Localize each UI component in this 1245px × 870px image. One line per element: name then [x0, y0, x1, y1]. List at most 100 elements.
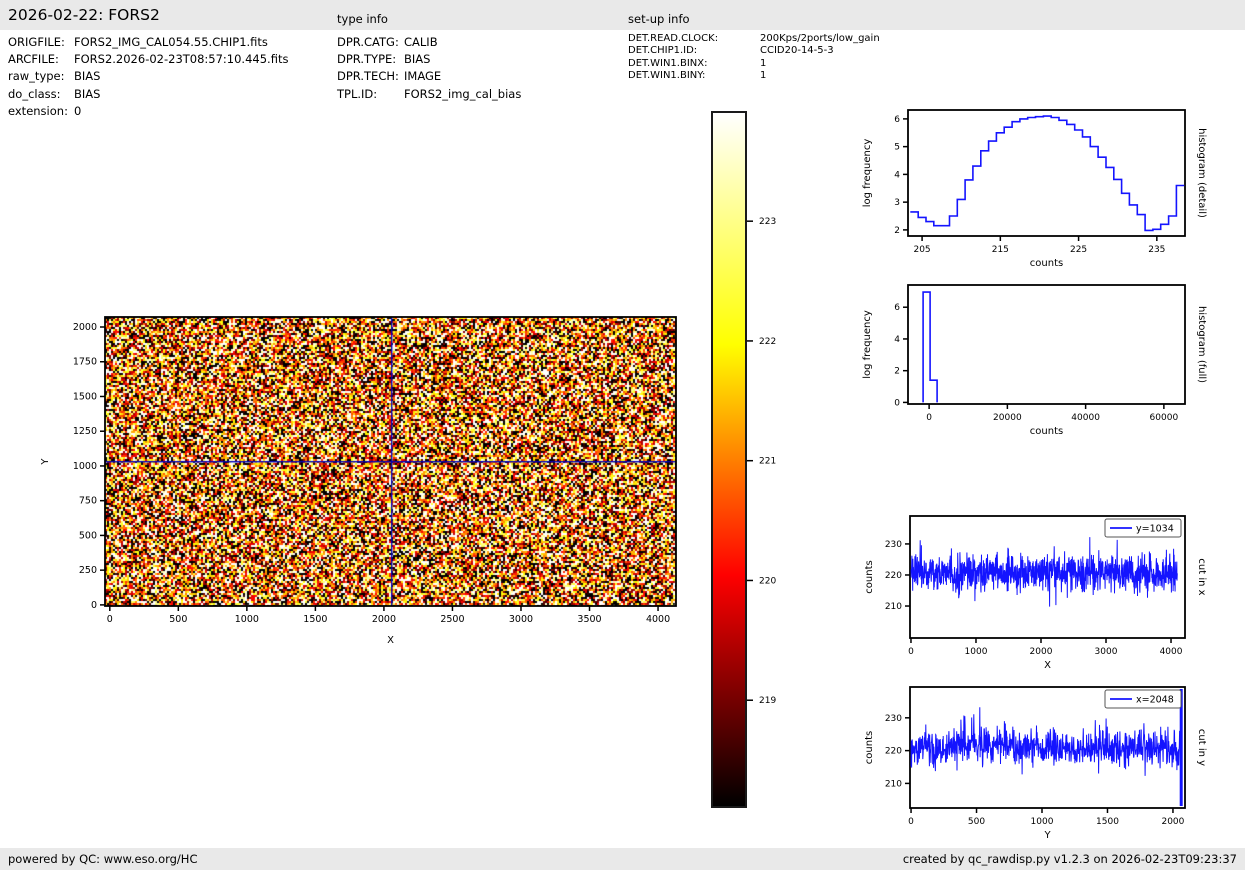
- info-label: DET.WIN1.BINY:: [628, 70, 706, 82]
- info-value: 1: [760, 57, 767, 69]
- do-class-row: do_class: BIAS: [8, 86, 288, 103]
- footer-bar: powered by QC: www.eso.org/HC created by…: [0, 848, 1245, 870]
- svg-text:6: 6: [894, 115, 900, 125]
- type-info-heading: type info: [337, 12, 388, 26]
- svg-text:500: 500: [79, 530, 97, 541]
- svg-text:60000: 60000: [1150, 413, 1179, 423]
- info-label: raw_type:: [8, 69, 65, 84]
- svg-text:210: 210: [885, 602, 902, 612]
- svg-text:220: 220: [885, 571, 902, 581]
- info-value: 1: [760, 70, 767, 82]
- info-value: BIAS: [404, 52, 431, 67]
- svg-text:histogram (detail): histogram (detail): [1196, 128, 1207, 218]
- info-value: BIAS: [74, 69, 101, 84]
- info-value: IMAGE: [404, 69, 442, 84]
- info-value: BIAS: [74, 86, 101, 101]
- setup-info-block: DET.READ.CLOCK: 200Kps/2ports/low_gain DE…: [628, 33, 880, 83]
- info-value: 200Kps/2ports/low_gain: [760, 33, 880, 44]
- dpr-catg-row: DPR.CATG: CALIB: [337, 34, 521, 51]
- svg-text:0: 0: [91, 600, 97, 611]
- svg-text:230: 230: [885, 714, 902, 724]
- svg-text:0: 0: [107, 614, 113, 625]
- colorbar-ticks: 223 222 221 220 219: [747, 217, 776, 706]
- svg-text:X: X: [1044, 660, 1051, 671]
- svg-text:counts: counts: [864, 731, 875, 764]
- svg-text:205: 205: [913, 245, 930, 255]
- footer-left-text: powered by QC: www.eso.org/HC: [8, 852, 198, 866]
- svg-text:1000: 1000: [73, 461, 97, 472]
- svg-text:2000: 2000: [1030, 647, 1053, 657]
- page-title: 2026-02-22: FORS2: [8, 6, 160, 24]
- info-label: do_class:: [8, 86, 61, 101]
- svg-text:500: 500: [968, 817, 985, 827]
- svg-text:220: 220: [759, 576, 776, 586]
- footer-right-text: created by qc_rawdisp.py v1.2.3 on 2026-…: [902, 852, 1237, 866]
- svg-text:3000: 3000: [1095, 647, 1118, 657]
- svg-text:235: 235: [1148, 245, 1165, 255]
- read-clock-row: DET.READ.CLOCK: 200Kps/2ports/low_gain: [628, 33, 880, 45]
- info-label: ORIGFILE:: [8, 35, 65, 49]
- dpr-tech-row: DPR.TECH: IMAGE: [337, 68, 521, 85]
- svg-text:1000: 1000: [235, 614, 259, 625]
- svg-text:3500: 3500: [577, 614, 601, 625]
- info-label: DET.READ.CLOCK:: [628, 33, 719, 44]
- svg-text:0: 0: [894, 398, 900, 408]
- svg-text:log frequency: log frequency: [862, 139, 873, 208]
- svg-text:2000: 2000: [1161, 817, 1184, 827]
- info-label: DPR.TYPE:: [337, 52, 397, 67]
- svg-text:225: 225: [1070, 245, 1087, 255]
- svg-text:4: 4: [894, 170, 900, 180]
- info-label: DPR.TECH:: [337, 69, 399, 84]
- info-label: TPL.ID:: [337, 86, 378, 101]
- svg-text:cut in x: cut in x: [1196, 558, 1207, 595]
- svg-text:210: 210: [885, 779, 902, 789]
- origfile-row: ORIGFILE: FORS2_IMG_CAL054.55.CHIP1.fits: [8, 34, 288, 51]
- info-value: FORS2.2026-02-23T08:57:10.445.fits: [74, 52, 289, 67]
- tpl-id-row: TPL.ID: FORS2_img_cal_bias: [337, 86, 521, 103]
- svg-text:250: 250: [79, 565, 97, 576]
- svg-text:X: X: [387, 635, 394, 646]
- svg-text:1500: 1500: [73, 391, 97, 402]
- hist-detail-plot: 205 215 225 235 2 3 4 5 6 counts log frequency hist…: [862, 109, 1207, 269]
- header-bar: 2026-02-22: FORS2 type info set-up info: [0, 0, 1245, 30]
- svg-text:3000: 3000: [509, 614, 533, 625]
- svg-text:5: 5: [894, 143, 900, 153]
- svg-text:6: 6: [894, 303, 900, 313]
- info-value: CCID20-14-5-3: [760, 45, 834, 57]
- svg-text:215: 215: [992, 245, 1009, 255]
- svg-text:x=2048: x=2048: [1136, 695, 1174, 706]
- info-label: DET.WIN1.BINX:: [628, 57, 708, 69]
- cut-x-plot: 0 1000 2000 3000 4000 210 220 230 Xcounts cut in …: [864, 515, 1207, 671]
- svg-text:222: 222: [759, 337, 776, 347]
- info-label: DPR.CATG:: [337, 35, 399, 49]
- svg-text:220: 220: [885, 747, 902, 757]
- svg-text:4000: 4000: [1160, 647, 1183, 657]
- info-label: extension:: [8, 103, 68, 118]
- cut-y-plot: 0 500 1000 1500 2000 210 220 230 Ycounts cut in y…: [864, 686, 1207, 841]
- svg-text:Y: Y: [40, 458, 51, 466]
- svg-text:4: 4: [894, 335, 900, 345]
- info-value: 0: [74, 103, 82, 118]
- info-label: DET.CHIP1.ID:: [628, 45, 698, 57]
- svg-text:0: 0: [908, 817, 914, 827]
- svg-text:2000: 2000: [372, 614, 396, 625]
- svg-text:1750: 1750: [73, 357, 97, 368]
- colorbar: [711, 111, 747, 808]
- dpr-type-row: DPR.TYPE: BIAS: [337, 51, 521, 68]
- info-label: ARCFILE:: [8, 52, 59, 67]
- arcfile-row: ARCFILE: FORS2.2026-02-23T08:57:10.445.fi…: [8, 51, 288, 68]
- svg-text:counts: counts: [1030, 426, 1063, 437]
- svg-text:3: 3: [894, 198, 900, 208]
- svg-text:2500: 2500: [440, 614, 464, 625]
- extension-row: extension: 0: [8, 103, 288, 120]
- svg-text:counts: counts: [864, 560, 875, 593]
- hist-full-plot: 0 20000 40000 60000 0 2 4 6 counts log frequency h…: [862, 284, 1207, 437]
- biny-row: DET.WIN1.BINY: 1: [628, 70, 880, 82]
- svg-text:219: 219: [759, 696, 776, 706]
- svg-text:Y: Y: [1043, 830, 1051, 841]
- svg-text:0: 0: [908, 647, 914, 657]
- svg-text:230: 230: [885, 540, 902, 550]
- svg-text:y=1034: y=1034: [1136, 524, 1174, 535]
- svg-text:cut in y: cut in y: [1196, 729, 1207, 766]
- info-value: FORS2_img_cal_bias: [404, 86, 522, 101]
